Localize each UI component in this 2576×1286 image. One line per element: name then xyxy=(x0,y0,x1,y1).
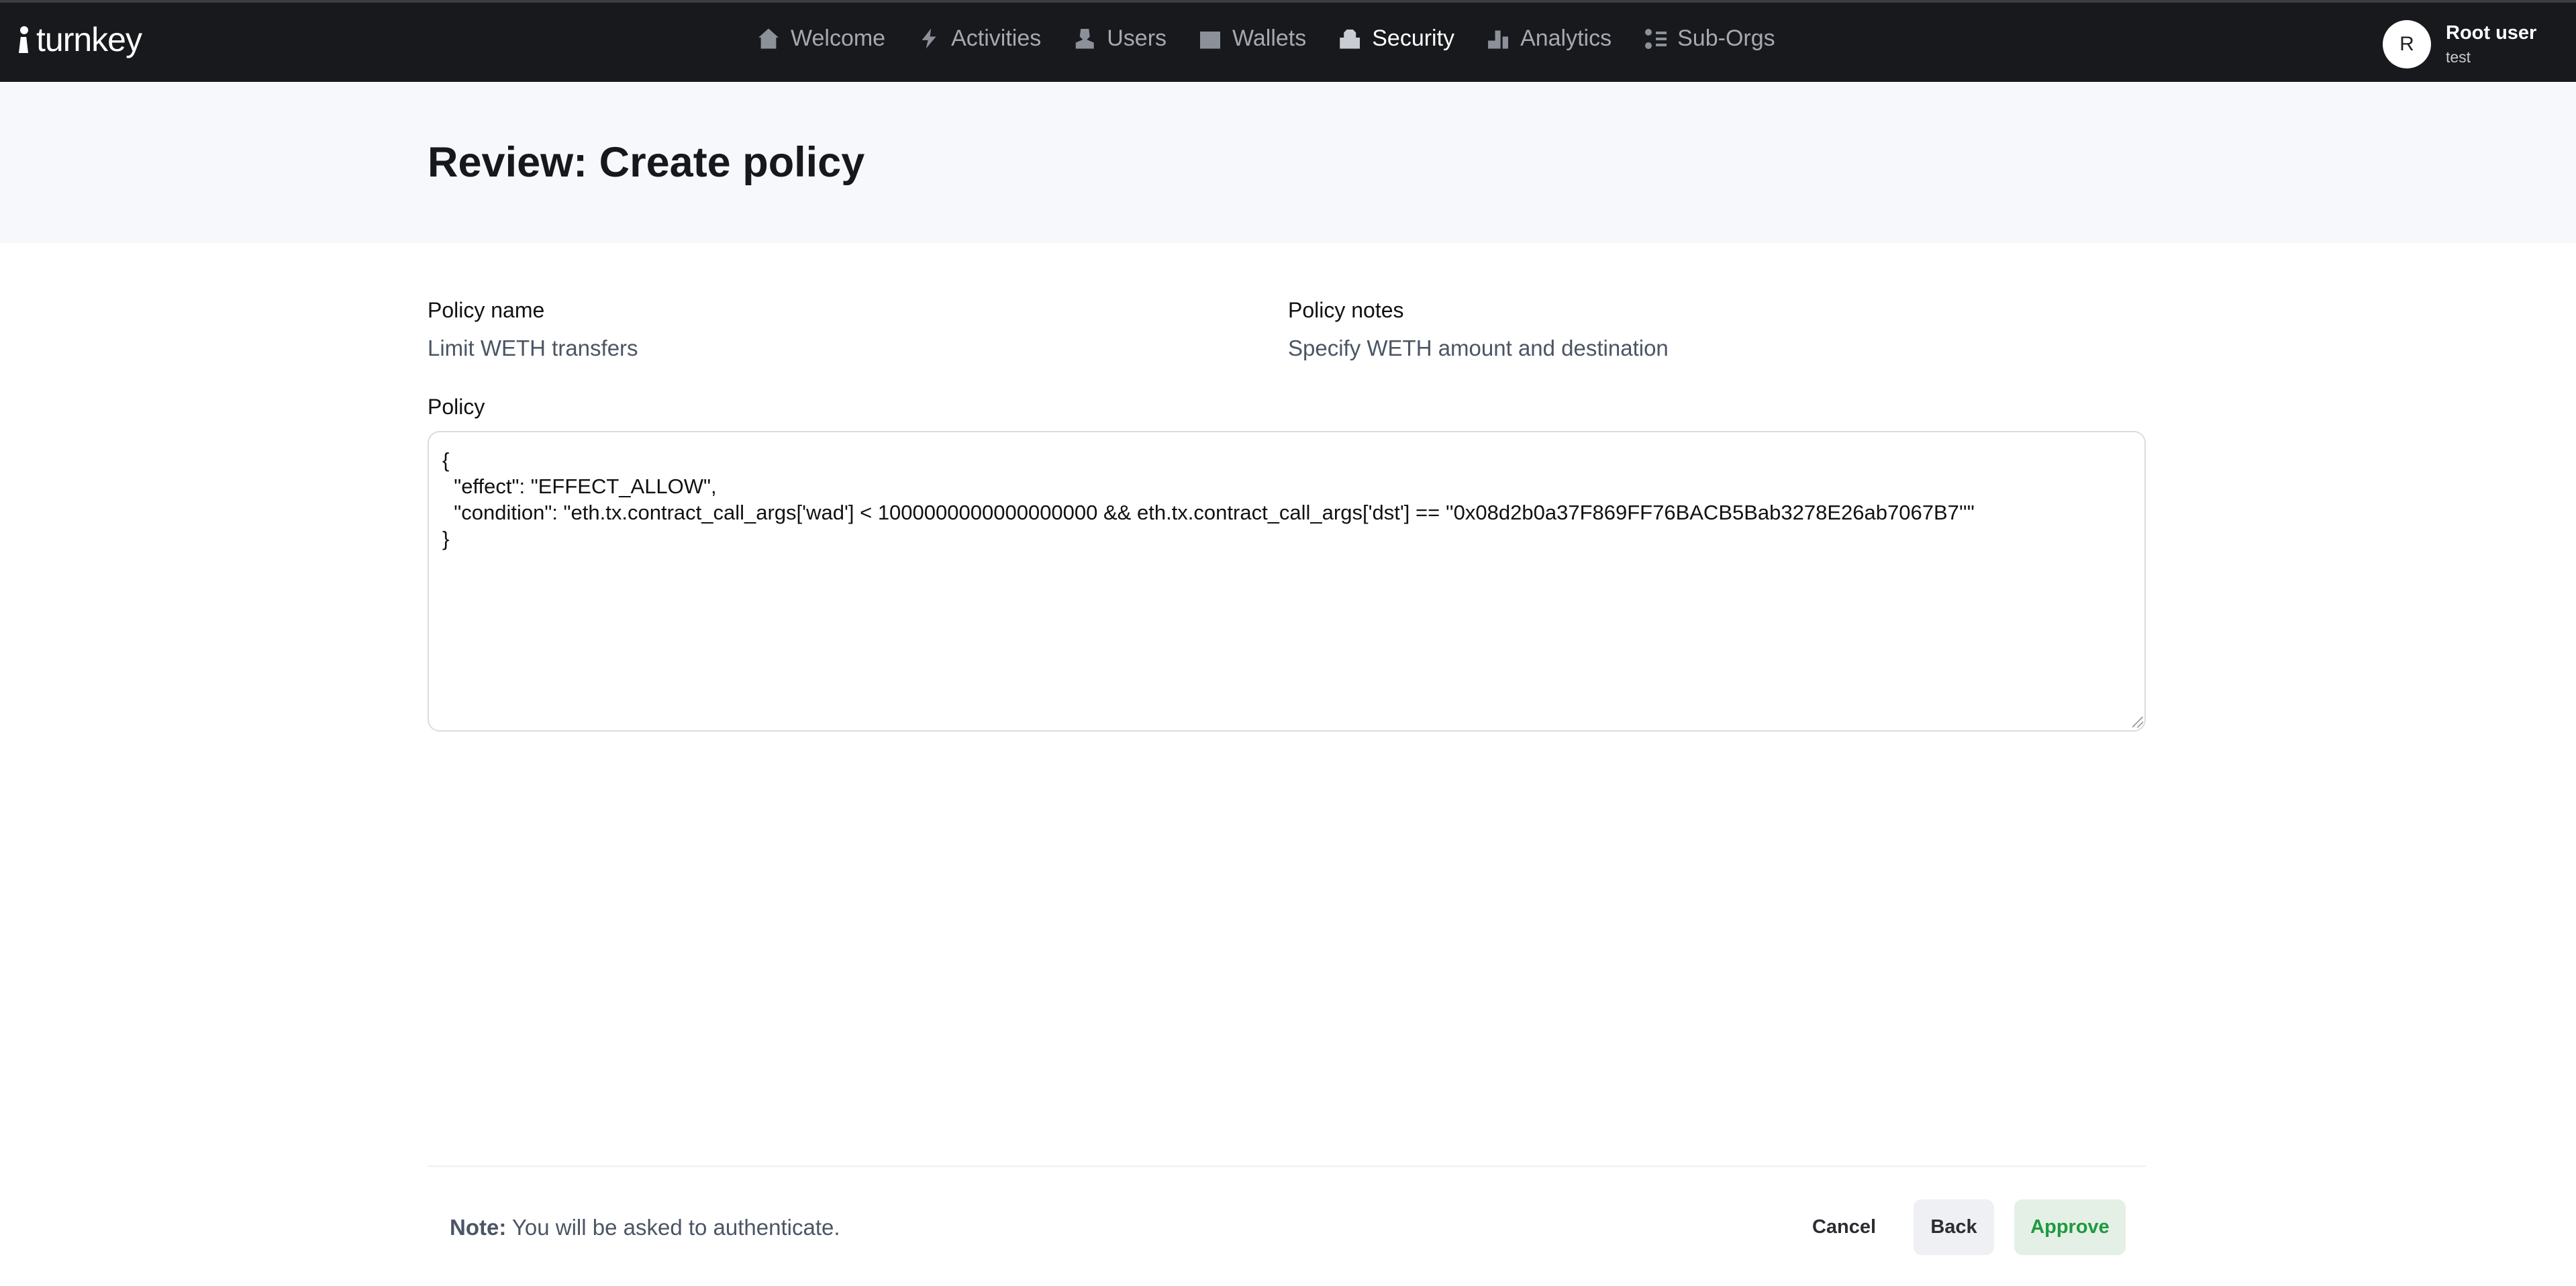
nav-sub-orgs[interactable]: Sub-Orgs xyxy=(1645,26,1775,52)
user-menu[interactable]: R Root user test xyxy=(2383,20,2536,68)
user-icon xyxy=(1075,29,1095,49)
main-nav: Welcome Activities Users Wallets Securit… xyxy=(758,26,1775,52)
divider xyxy=(428,1165,2146,1167)
nav-security[interactable]: Security xyxy=(1340,26,1454,52)
nav-wallets[interactable]: Wallets xyxy=(1200,26,1306,52)
approve-button[interactable]: Approve xyxy=(2014,1199,2126,1255)
back-button[interactable]: Back xyxy=(1914,1199,1994,1255)
nav-label: Activities xyxy=(951,26,1041,52)
nav-activities[interactable]: Activities xyxy=(919,26,1041,52)
home-icon xyxy=(758,29,779,49)
nav-welcome[interactable]: Welcome xyxy=(758,26,885,52)
turnkey-logo[interactable]: turnkey xyxy=(19,20,142,59)
nav-analytics[interactable]: Analytics xyxy=(1488,26,1612,52)
list-icon xyxy=(1645,29,1665,49)
logo-text: turnkey xyxy=(36,20,142,59)
page-title: Review: Create policy xyxy=(428,138,864,187)
nav-label: Sub-Orgs xyxy=(1677,26,1775,52)
avatar: R xyxy=(2383,20,2431,68)
resize-handle-icon[interactable] xyxy=(2132,717,2143,728)
policy-name-label: Policy name xyxy=(428,298,544,323)
policy-notes-value: Specify WETH amount and destination xyxy=(1288,336,1669,361)
nav-label: Security xyxy=(1372,26,1454,52)
nav-label: Wallets xyxy=(1232,26,1306,52)
chart-icon xyxy=(1488,29,1508,49)
policy-name-value: Limit WETH transfers xyxy=(428,336,638,361)
nav-label: Analytics xyxy=(1520,26,1612,52)
policy-label: Policy xyxy=(428,395,485,419)
auth-note: Note: You will be asked to authenticate. xyxy=(450,1215,840,1240)
user-name: Root user xyxy=(2446,22,2536,44)
wallet-icon xyxy=(1200,29,1220,49)
cancel-button[interactable]: Cancel xyxy=(1799,1199,1889,1255)
lock-icon xyxy=(1340,29,1360,49)
turnkey-logo-icon xyxy=(19,26,28,53)
nav-users[interactable]: Users xyxy=(1075,26,1167,52)
note-text: You will be asked to authenticate. xyxy=(506,1215,840,1240)
nav-label: Users xyxy=(1107,26,1167,52)
policy-notes-label: Policy notes xyxy=(1288,298,1404,323)
bolt-icon xyxy=(919,29,939,49)
policy-textarea[interactable]: { "effect": "EFFECT_ALLOW", "condition":… xyxy=(428,431,2146,732)
org-name: test xyxy=(2446,48,2536,66)
top-nav-bar: turnkey Welcome Activities Users Wallets… xyxy=(0,0,2576,82)
page-header: Review: Create policy xyxy=(0,82,2576,243)
note-label: Note: xyxy=(450,1215,506,1240)
nav-label: Welcome xyxy=(791,26,885,52)
